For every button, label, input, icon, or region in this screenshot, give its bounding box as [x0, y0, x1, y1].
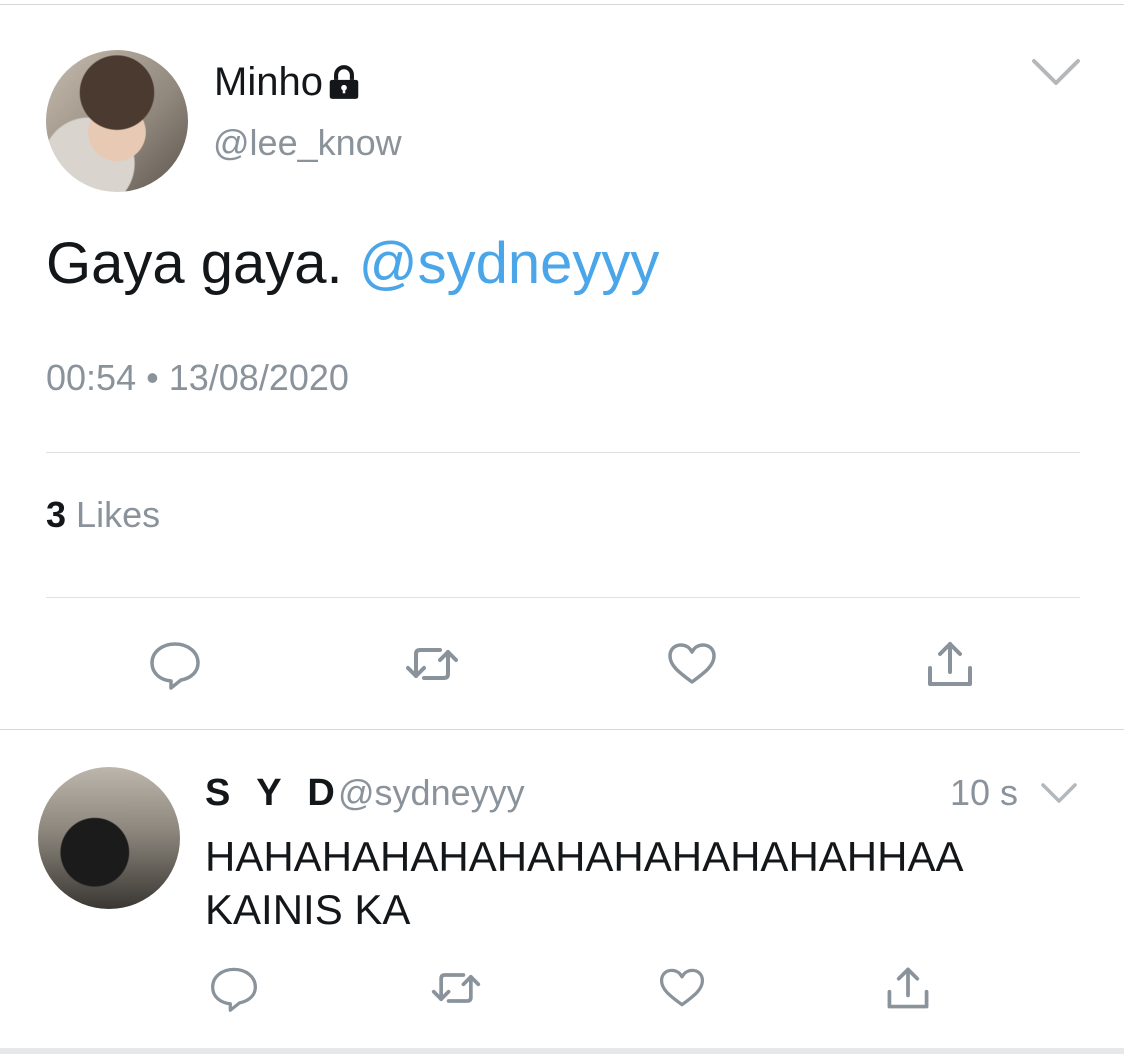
- retweet-icon[interactable]: [430, 962, 482, 1014]
- section-divider: [0, 729, 1124, 730]
- author-name-text: Minho: [214, 60, 323, 104]
- bottom-divider: [0, 1048, 1124, 1054]
- likes-stat[interactable]: 3 Likes: [46, 494, 160, 536]
- top-divider: [0, 4, 1124, 5]
- reply-text-line: HAHAHAHAHAHAHAHAHAHAHAHHAA: [205, 833, 964, 880]
- reply-time: 10 s: [950, 772, 1019, 813]
- author-name[interactable]: Minho: [214, 60, 363, 105]
- like-icon[interactable]: [656, 962, 708, 1014]
- tweet-timestamp: 00:54 • 13/08/2020: [46, 357, 349, 399]
- author-handle[interactable]: @lee_know: [213, 122, 402, 164]
- tweet-time: 00:54: [46, 357, 137, 398]
- reply-author-handle[interactable]: @sydneyyy: [338, 772, 525, 814]
- share-icon[interactable]: [922, 636, 978, 692]
- chevron-down-icon[interactable]: [1040, 780, 1078, 806]
- timestamp-separator: •: [146, 357, 159, 398]
- likes-label: Likes: [76, 494, 161, 535]
- reply-author-name[interactable]: S Y D: [205, 772, 343, 815]
- lock-icon: [329, 64, 359, 99]
- divider: [46, 597, 1080, 598]
- reply-text-line: KAINIS KA: [205, 886, 411, 933]
- chevron-down-icon[interactable]: [1030, 55, 1082, 89]
- mention-link[interactable]: @sydneyyy: [359, 231, 660, 296]
- likes-count: 3: [46, 494, 67, 535]
- like-icon[interactable]: [664, 636, 720, 692]
- reply-text: HAHAHAHAHAHAHAHAHAHAHAHHAA KAINIS KA: [205, 830, 1085, 936]
- retweet-icon[interactable]: [404, 636, 460, 692]
- divider: [46, 452, 1080, 453]
- tweet-date: 13/08/2020: [168, 357, 349, 398]
- reply-avatar[interactable]: [38, 767, 180, 909]
- reply-icon[interactable]: [147, 636, 203, 692]
- tweet-body: Gaya gaya.: [46, 231, 343, 296]
- reply-icon[interactable]: [208, 962, 260, 1014]
- share-icon[interactable]: [882, 962, 934, 1014]
- avatar[interactable]: [46, 50, 188, 192]
- tweet-text: Gaya gaya. @sydneyyy: [46, 230, 659, 297]
